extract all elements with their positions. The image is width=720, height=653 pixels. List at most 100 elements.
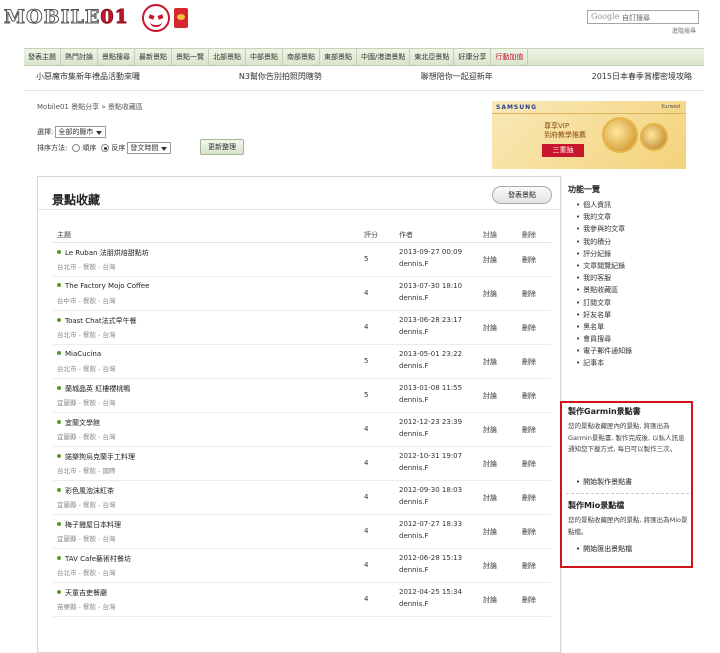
spot-title: 諾樂狗烏克蘭手工料理: [65, 453, 135, 461]
search-input[interactable]: Google 自訂搜尋: [587, 10, 699, 24]
breadcrumb[interactable]: Mobile01 景點分享 » 景點收藏區: [37, 102, 143, 112]
spot-title-link[interactable]: 彩色風泡沫紅茶: [57, 486, 114, 496]
discuss-link[interactable]: 討論: [483, 323, 497, 333]
delete-link[interactable]: 刪除: [522, 289, 536, 299]
table-row: MiaCucina 台北市 - 餐飲 - 台灣 5 2013-05-01 23:22 d…: [53, 345, 551, 379]
delete-link[interactable]: 刪除: [522, 459, 536, 469]
author-link[interactable]: dennis.F: [399, 532, 428, 540]
update-button[interactable]: 更新整理: [200, 139, 244, 155]
nav-item[interactable]: 熱門討論: [61, 49, 98, 66]
nav-item[interactable]: 好康分享: [454, 49, 492, 66]
discuss-link[interactable]: 討論: [483, 255, 497, 265]
spot-title-link[interactable]: TAV Cafe藝術村餐坊: [57, 554, 131, 564]
nav-item[interactable]: 景點搜尋: [98, 49, 135, 66]
asc-radio[interactable]: [72, 144, 81, 152]
delete-link[interactable]: 刪除: [522, 255, 536, 265]
delete-link[interactable]: 刪除: [522, 357, 536, 367]
spot-title-link[interactable]: 宜蘭文學館: [57, 418, 100, 428]
author-link[interactable]: dennis.F: [399, 260, 428, 268]
author-link[interactable]: dennis.F: [399, 430, 428, 438]
discuss-link[interactable]: 討論: [483, 357, 497, 367]
delete-link[interactable]: 刪除: [522, 323, 536, 333]
delete-link[interactable]: 刪除: [522, 561, 536, 571]
post-spot-button[interactable]: 發表景點: [492, 186, 552, 204]
post-date: 2012-09-30 18:03: [399, 486, 463, 494]
sidebar-item[interactable]: 好友名單: [576, 309, 632, 321]
header-author: 作者: [399, 231, 413, 239]
sidebar-item[interactable]: 我的客服: [576, 272, 632, 284]
discuss-link[interactable]: 討論: [483, 459, 497, 469]
sidebar-item[interactable]: 評分紀錄: [576, 248, 632, 260]
sidebar-item[interactable]: 電子郵件通知錄: [576, 345, 632, 357]
sidebar-item[interactable]: 會員搜尋: [576, 333, 632, 345]
spot-title-link[interactable]: 梅子饅屋日本料理: [57, 520, 121, 530]
bullet-icon: [57, 283, 61, 287]
discuss-link[interactable]: 討論: [483, 425, 497, 435]
spot-title-link[interactable]: Toast Chat法式早午餐: [57, 316, 137, 326]
spot-title-link[interactable]: 諾樂狗烏克蘭手工料理: [57, 452, 135, 462]
promo-link[interactable]: N3幫你告別拍照閃瞎勢: [239, 71, 322, 90]
delete-link[interactable]: 刪除: [522, 391, 536, 401]
region-select[interactable]: 全部的縣市: [55, 126, 107, 138]
promo-link[interactable]: 2015日本春季賞櫻密境攻略: [592, 71, 692, 90]
spot-score: 5: [364, 255, 369, 263]
bullet-icon: [57, 351, 61, 355]
spot-title-link[interactable]: The Factory Mojo Coffee: [57, 282, 149, 290]
author-link[interactable]: dennis.F: [399, 396, 428, 404]
nav-item[interactable]: 東部景點: [320, 49, 357, 66]
promo-link[interactable]: 小惡魔市集新年禮品活動來囉: [36, 71, 140, 90]
author-link[interactable]: dennis.F: [399, 600, 428, 608]
sidebar-item[interactable]: 黑名單: [576, 321, 632, 333]
discuss-link[interactable]: 討論: [483, 595, 497, 605]
spot-title-link[interactable]: 蘭城晶英 紅樓櫻桃鴨: [57, 384, 130, 394]
garmin-export-link[interactable]: 開始製作景點書: [576, 477, 632, 487]
table-body: Le Ruban 法朋烘焙甜點坊 台北市 - 餐飲 - 台灣 5 2013-09-27…: [53, 243, 551, 617]
author-link[interactable]: dennis.F: [399, 566, 428, 574]
devil-mascot-icon: [142, 4, 170, 32]
nav-item[interactable]: 中國/港澳景點: [357, 49, 411, 66]
sidebar-item[interactable]: 景點收藏區: [576, 284, 632, 296]
sidebar-item[interactable]: 我參與的文章: [576, 223, 632, 235]
spot-title-link[interactable]: Le Ruban 法朋烘焙甜點坊: [57, 248, 149, 258]
mio-export-link[interactable]: 開始匯出景點檔: [576, 544, 632, 554]
spot-title: 天童吉吏餐廳: [65, 589, 107, 597]
author-link[interactable]: dennis.F: [399, 464, 428, 472]
delete-link[interactable]: 刪除: [522, 493, 536, 503]
delete-link[interactable]: 刪除: [522, 527, 536, 537]
site-logo[interactable]: MOBILE01: [4, 2, 194, 40]
sidebar-item[interactable]: 文章閱覽紀錄: [576, 260, 632, 272]
desc-radio[interactable]: [101, 144, 110, 152]
nav-item[interactable]: 景點一覽: [172, 49, 209, 66]
author-link[interactable]: dennis.F: [399, 328, 428, 336]
nav-item[interactable]: 東北亞景點: [410, 49, 455, 66]
sidebar-item[interactable]: 個人資訊: [576, 199, 632, 211]
spot-title-link[interactable]: 天童吉吏餐廳: [57, 588, 107, 598]
delete-link[interactable]: 刪除: [522, 425, 536, 435]
discuss-link[interactable]: 討論: [483, 527, 497, 537]
advanced-search-link[interactable]: 進階搜尋: [672, 26, 696, 35]
discuss-link[interactable]: 討論: [483, 289, 497, 299]
author-link[interactable]: dennis.F: [399, 294, 428, 302]
author-link[interactable]: dennis.F: [399, 498, 428, 506]
nav-item-mobile-value[interactable]: 行動加值: [491, 49, 529, 66]
discuss-link[interactable]: 討論: [483, 493, 497, 503]
nav-item[interactable]: 南部景點: [283, 49, 320, 66]
spot-title-link[interactable]: MiaCucina: [57, 350, 101, 358]
ad-brand-secondary: Kurwed: [661, 104, 680, 110]
promo-link[interactable]: 聯想陪你一起迎新年: [421, 71, 493, 90]
sidebar-item[interactable]: 記事本: [576, 357, 632, 369]
ad-banner[interactable]: SAMSUNG Kurwed 尊享VIP 到府教學推薦 三重抽: [492, 101, 686, 169]
sort-select[interactable]: 發文時間: [127, 142, 172, 154]
nav-item[interactable]: 北部景點: [209, 49, 246, 66]
sidebar-item[interactable]: 我的積分: [576, 236, 632, 248]
author-link[interactable]: dennis.F: [399, 362, 428, 370]
discuss-link[interactable]: 討論: [483, 391, 497, 401]
nav-item[interactable]: 最新景點: [135, 49, 172, 66]
nav-item[interactable]: 發表主題: [24, 49, 61, 66]
delete-link[interactable]: 刪除: [522, 595, 536, 605]
sidebar-item[interactable]: 我的文章: [576, 211, 632, 223]
bullet-icon: [57, 420, 61, 424]
sidebar-item[interactable]: 訂閱文章: [576, 297, 632, 309]
nav-item[interactable]: 中部景點: [246, 49, 283, 66]
discuss-link[interactable]: 討論: [483, 561, 497, 571]
